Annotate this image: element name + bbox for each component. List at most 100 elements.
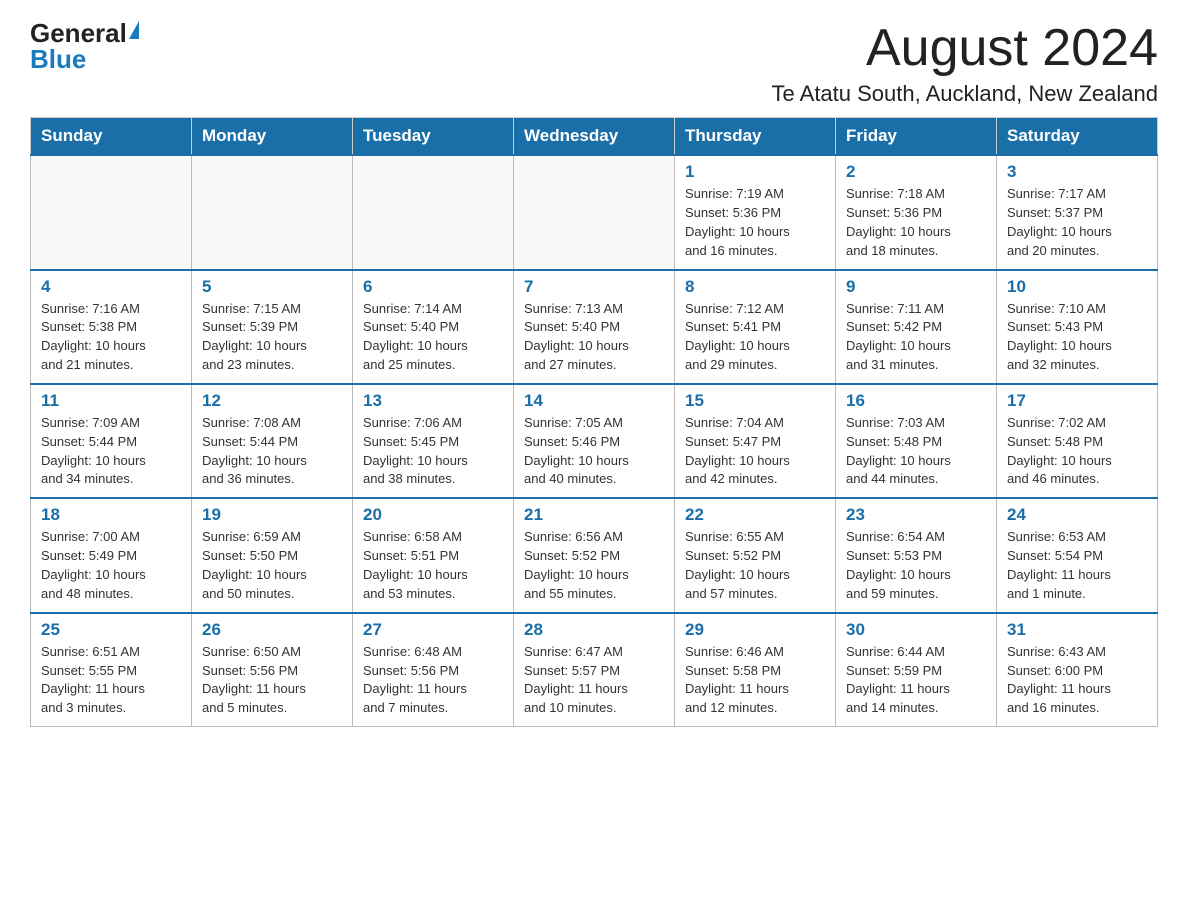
logo: General Blue xyxy=(30,20,139,72)
calendar-cell xyxy=(514,155,675,269)
day-info: Sunrise: 6:48 AM Sunset: 5:56 PM Dayligh… xyxy=(363,643,503,718)
day-number: 20 xyxy=(363,505,503,525)
day-of-week-wednesday: Wednesday xyxy=(514,118,675,156)
day-number: 3 xyxy=(1007,162,1147,182)
calendar-cell: 7 Sunrise: 7:13 AM Sunset: 5:40 PM Daylig… xyxy=(514,270,675,384)
calendar-cell: 6 Sunrise: 7:14 AM Sunset: 5:40 PM Daylig… xyxy=(353,270,514,384)
day-number: 6 xyxy=(363,277,503,297)
calendar-cell: 27Sunrise: 6:48 AM Sunset: 5:56 PM Dayli… xyxy=(353,613,514,727)
day-number: 22 xyxy=(685,505,825,525)
day-info: Sunrise: 7:16 AM Sunset: 5:38 PM Dayligh… xyxy=(41,300,181,375)
calendar-cell: 22 Sunrise: 6:55 AM Sunset: 5:52 PM Dayli… xyxy=(675,498,836,612)
day-info: Sunrise: 6:43 AM Sunset: 6:00 PM Dayligh… xyxy=(1007,643,1147,718)
day-info: Sunrise: 6:53 AM Sunset: 5:54 PM Dayligh… xyxy=(1007,528,1147,603)
day-number: 10 xyxy=(1007,277,1147,297)
calendar-cell: 8Sunrise: 7:12 AM Sunset: 5:41 PM Daylig… xyxy=(675,270,836,384)
calendar-header-row: SundayMondayTuesdayWednesdayThursdayFrid… xyxy=(31,118,1158,156)
day-number: 2 xyxy=(846,162,986,182)
day-number: 13 xyxy=(363,391,503,411)
calendar-cell: 18Sunrise: 7:00 AM Sunset: 5:49 PM Dayli… xyxy=(31,498,192,612)
day-info: Sunrise: 7:03 AM Sunset: 5:48 PM Dayligh… xyxy=(846,414,986,489)
day-of-week-tuesday: Tuesday xyxy=(353,118,514,156)
day-info: Sunrise: 7:04 AM Sunset: 5:47 PM Dayligh… xyxy=(685,414,825,489)
calendar-cell: 5Sunrise: 7:15 AM Sunset: 5:39 PM Daylig… xyxy=(192,270,353,384)
calendar-cell: 17 Sunrise: 7:02 AM Sunset: 5:48 PM Dayli… xyxy=(997,384,1158,498)
calendar-cell: 28Sunrise: 6:47 AM Sunset: 5:57 PM Dayli… xyxy=(514,613,675,727)
day-info: Sunrise: 7:08 AM Sunset: 5:44 PM Dayligh… xyxy=(202,414,342,489)
day-number: 15 xyxy=(685,391,825,411)
day-info: Sunrise: 7:12 AM Sunset: 5:41 PM Dayligh… xyxy=(685,300,825,375)
day-number: 30 xyxy=(846,620,986,640)
calendar-cell: 29 Sunrise: 6:46 AM Sunset: 5:58 PM Dayli… xyxy=(675,613,836,727)
calendar-cell: 21 Sunrise: 6:56 AM Sunset: 5:52 PM Dayli… xyxy=(514,498,675,612)
day-info: Sunrise: 7:18 AM Sunset: 5:36 PM Dayligh… xyxy=(846,185,986,260)
week-row-3: 11 Sunrise: 7:09 AM Sunset: 5:44 PM Dayli… xyxy=(31,384,1158,498)
day-number: 31 xyxy=(1007,620,1147,640)
day-of-week-saturday: Saturday xyxy=(997,118,1158,156)
calendar: SundayMondayTuesdayWednesdayThursdayFrid… xyxy=(30,117,1158,727)
day-info: Sunrise: 7:17 AM Sunset: 5:37 PM Dayligh… xyxy=(1007,185,1147,260)
day-info: Sunrise: 7:13 AM Sunset: 5:40 PM Dayligh… xyxy=(524,300,664,375)
day-info: Sunrise: 6:44 AM Sunset: 5:59 PM Dayligh… xyxy=(846,643,986,718)
day-number: 18 xyxy=(41,505,181,525)
day-number: 7 xyxy=(524,277,664,297)
day-number: 5 xyxy=(202,277,342,297)
day-number: 17 xyxy=(1007,391,1147,411)
week-row-5: 25Sunrise: 6:51 AM Sunset: 5:55 PM Dayli… xyxy=(31,613,1158,727)
day-number: 9 xyxy=(846,277,986,297)
day-info: Sunrise: 7:05 AM Sunset: 5:46 PM Dayligh… xyxy=(524,414,664,489)
calendar-cell: 30 Sunrise: 6:44 AM Sunset: 5:59 PM Dayli… xyxy=(836,613,997,727)
day-info: Sunrise: 7:02 AM Sunset: 5:48 PM Dayligh… xyxy=(1007,414,1147,489)
week-row-4: 18Sunrise: 7:00 AM Sunset: 5:49 PM Dayli… xyxy=(31,498,1158,612)
day-number: 23 xyxy=(846,505,986,525)
day-info: Sunrise: 6:46 AM Sunset: 5:58 PM Dayligh… xyxy=(685,643,825,718)
day-number: 26 xyxy=(202,620,342,640)
calendar-cell: 2 Sunrise: 7:18 AM Sunset: 5:36 PM Daylig… xyxy=(836,155,997,269)
day-number: 21 xyxy=(524,505,664,525)
day-info: Sunrise: 6:56 AM Sunset: 5:52 PM Dayligh… xyxy=(524,528,664,603)
calendar-cell: 1 Sunrise: 7:19 AM Sunset: 5:36 PM Daylig… xyxy=(675,155,836,269)
day-info: Sunrise: 6:55 AM Sunset: 5:52 PM Dayligh… xyxy=(685,528,825,603)
calendar-cell: 10 Sunrise: 7:10 AM Sunset: 5:43 PM Dayli… xyxy=(997,270,1158,384)
calendar-cell: 24 Sunrise: 6:53 AM Sunset: 5:54 PM Dayli… xyxy=(997,498,1158,612)
calendar-cell: 3 Sunrise: 7:17 AM Sunset: 5:37 PM Daylig… xyxy=(997,155,1158,269)
logo-general-text: General xyxy=(30,20,127,46)
header: General Blue August 2024 Te Atatu South,… xyxy=(30,20,1158,107)
day-of-week-friday: Friday xyxy=(836,118,997,156)
day-number: 4 xyxy=(41,277,181,297)
day-number: 29 xyxy=(685,620,825,640)
calendar-cell: 11 Sunrise: 7:09 AM Sunset: 5:44 PM Dayli… xyxy=(31,384,192,498)
month-title: August 2024 xyxy=(772,20,1158,77)
day-number: 1 xyxy=(685,162,825,182)
week-row-2: 4 Sunrise: 7:16 AM Sunset: 5:38 PM Daylig… xyxy=(31,270,1158,384)
day-info: Sunrise: 6:54 AM Sunset: 5:53 PM Dayligh… xyxy=(846,528,986,603)
day-info: Sunrise: 6:59 AM Sunset: 5:50 PM Dayligh… xyxy=(202,528,342,603)
day-number: 12 xyxy=(202,391,342,411)
day-info: Sunrise: 7:09 AM Sunset: 5:44 PM Dayligh… xyxy=(41,414,181,489)
title-block: August 2024 Te Atatu South, Auckland, Ne… xyxy=(772,20,1158,107)
day-info: Sunrise: 7:14 AM Sunset: 5:40 PM Dayligh… xyxy=(363,300,503,375)
day-info: Sunrise: 6:58 AM Sunset: 5:51 PM Dayligh… xyxy=(363,528,503,603)
calendar-cell: 9 Sunrise: 7:11 AM Sunset: 5:42 PM Daylig… xyxy=(836,270,997,384)
logo-blue-text: Blue xyxy=(30,46,86,72)
day-info: Sunrise: 7:19 AM Sunset: 5:36 PM Dayligh… xyxy=(685,185,825,260)
calendar-cell: 15 Sunrise: 7:04 AM Sunset: 5:47 PM Dayli… xyxy=(675,384,836,498)
day-info: Sunrise: 7:06 AM Sunset: 5:45 PM Dayligh… xyxy=(363,414,503,489)
day-info: Sunrise: 7:11 AM Sunset: 5:42 PM Dayligh… xyxy=(846,300,986,375)
day-number: 11 xyxy=(41,391,181,411)
day-of-week-thursday: Thursday xyxy=(675,118,836,156)
calendar-cell xyxy=(31,155,192,269)
day-of-week-sunday: Sunday xyxy=(31,118,192,156)
day-number: 24 xyxy=(1007,505,1147,525)
calendar-cell xyxy=(353,155,514,269)
day-info: Sunrise: 6:51 AM Sunset: 5:55 PM Dayligh… xyxy=(41,643,181,718)
calendar-cell: 31 Sunrise: 6:43 AM Sunset: 6:00 PM Dayli… xyxy=(997,613,1158,727)
week-row-1: 1 Sunrise: 7:19 AM Sunset: 5:36 PM Daylig… xyxy=(31,155,1158,269)
calendar-cell: 19Sunrise: 6:59 AM Sunset: 5:50 PM Dayli… xyxy=(192,498,353,612)
calendar-cell xyxy=(192,155,353,269)
calendar-cell: 4 Sunrise: 7:16 AM Sunset: 5:38 PM Daylig… xyxy=(31,270,192,384)
day-info: Sunrise: 7:10 AM Sunset: 5:43 PM Dayligh… xyxy=(1007,300,1147,375)
calendar-cell: 26Sunrise: 6:50 AM Sunset: 5:56 PM Dayli… xyxy=(192,613,353,727)
calendar-cell: 16Sunrise: 7:03 AM Sunset: 5:48 PM Dayli… xyxy=(836,384,997,498)
day-of-week-monday: Monday xyxy=(192,118,353,156)
